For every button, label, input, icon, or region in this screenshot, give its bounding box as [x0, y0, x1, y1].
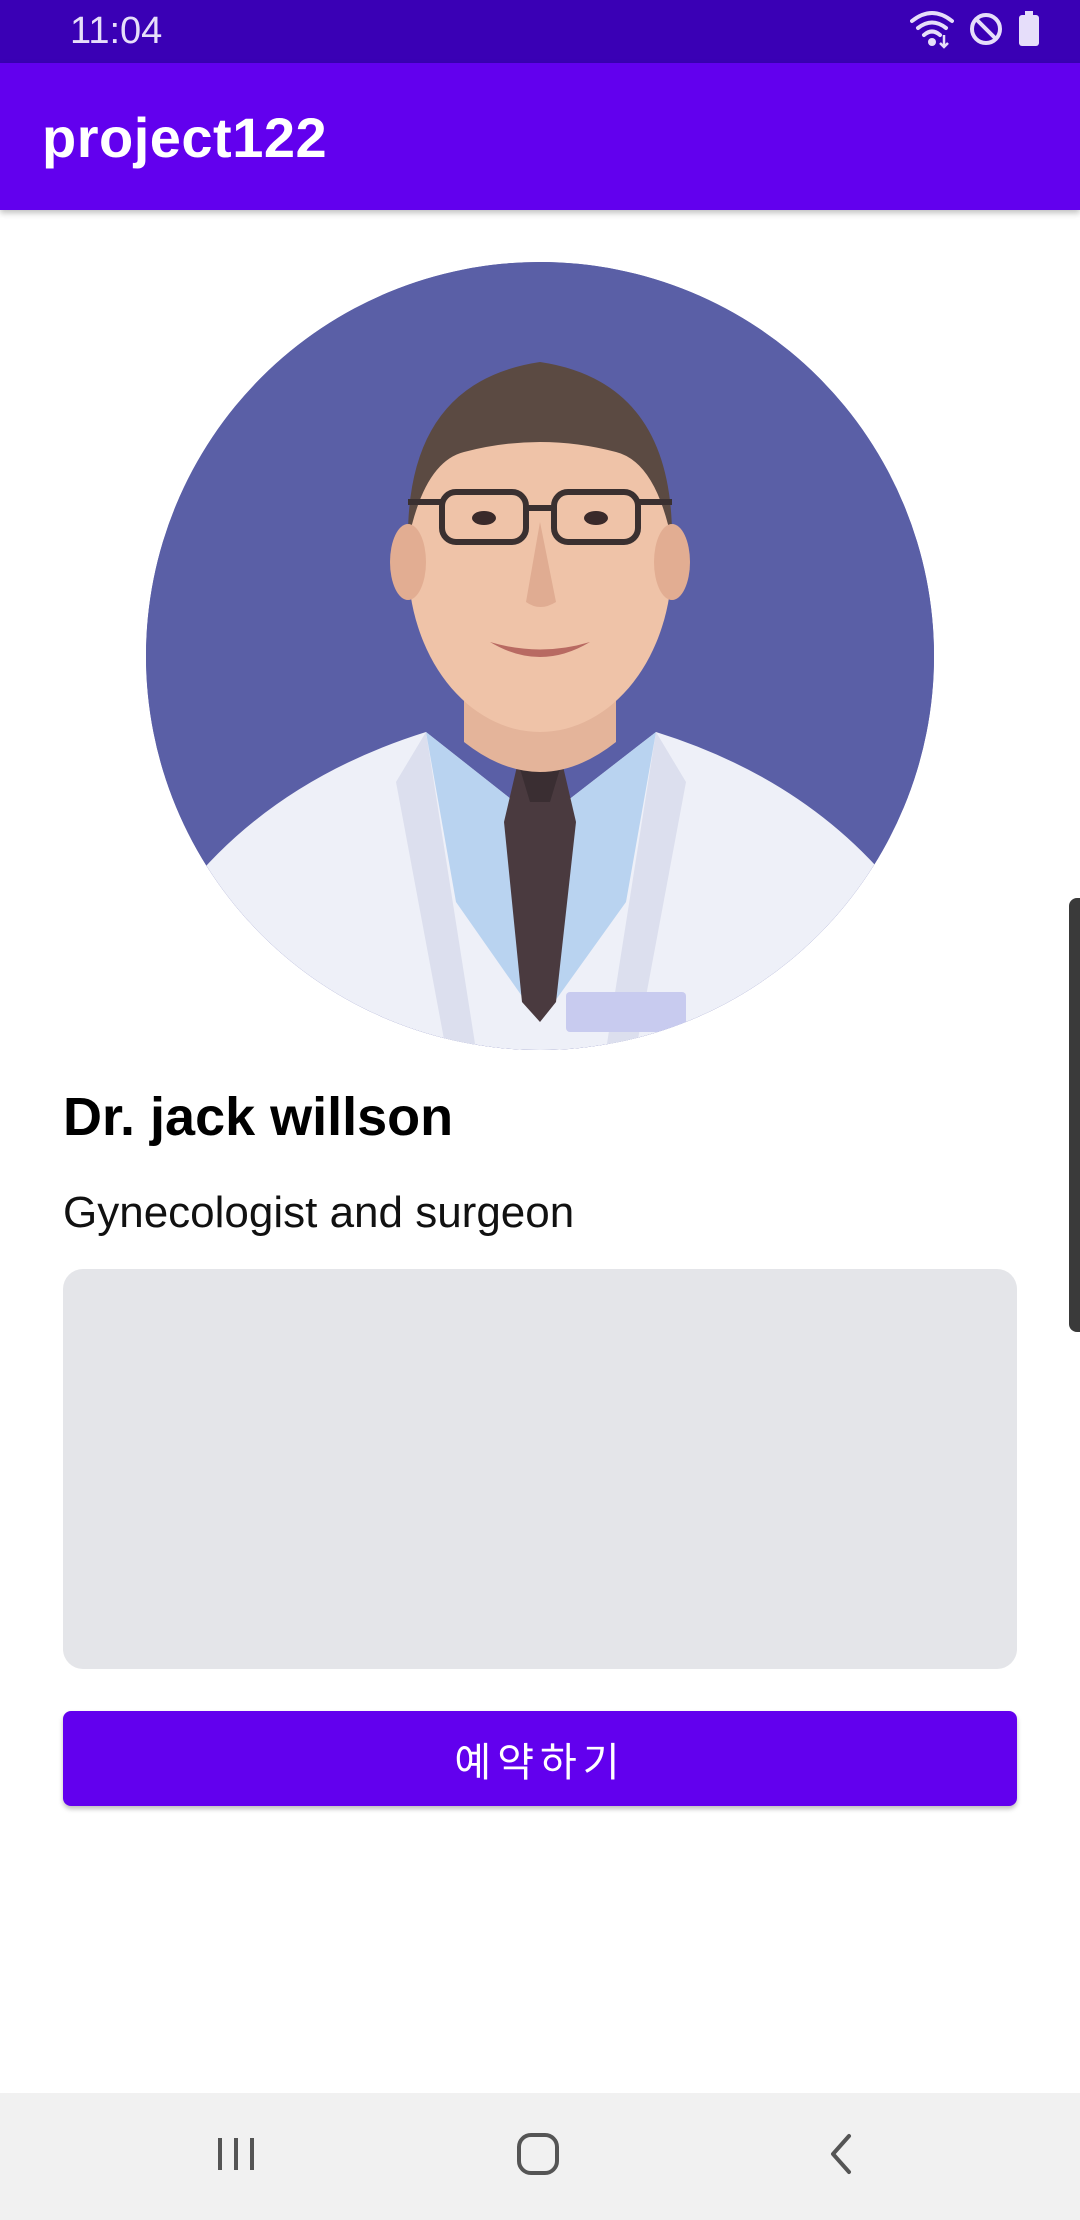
home-button[interactable] — [498, 2123, 578, 2189]
description-box — [63, 1269, 1017, 1669]
status-bar: 11:04 — [0, 0, 1080, 63]
do-not-disturb-icon — [968, 11, 1004, 52]
back-button[interactable] — [800, 2123, 880, 2189]
battery-icon — [1018, 10, 1040, 52]
status-time: 11:04 — [70, 10, 163, 52]
recent-apps-icon — [214, 2134, 258, 2179]
scroll-handle[interactable] — [1069, 898, 1080, 1332]
doctor-name: Dr. jack willson — [63, 1087, 454, 1147]
back-icon — [825, 2132, 855, 2181]
recent-apps-button[interactable] — [196, 2123, 276, 2189]
doctor-specialty: Gynecologist and surgeon — [63, 1188, 575, 1237]
navigation-bar — [0, 2093, 1080, 2220]
screen: 11:04 project122 Dr. jack willson Gyneco… — [0, 0, 1080, 2220]
status-icons — [910, 10, 1040, 52]
home-icon — [515, 2131, 561, 2182]
doctor-photo — [146, 262, 934, 1050]
app-bar: project122 — [0, 63, 1080, 210]
wifi-icon — [910, 9, 954, 54]
app-title: project122 — [42, 106, 328, 169]
book-appointment-button[interactable]: 예약하기 — [63, 1711, 1017, 1806]
